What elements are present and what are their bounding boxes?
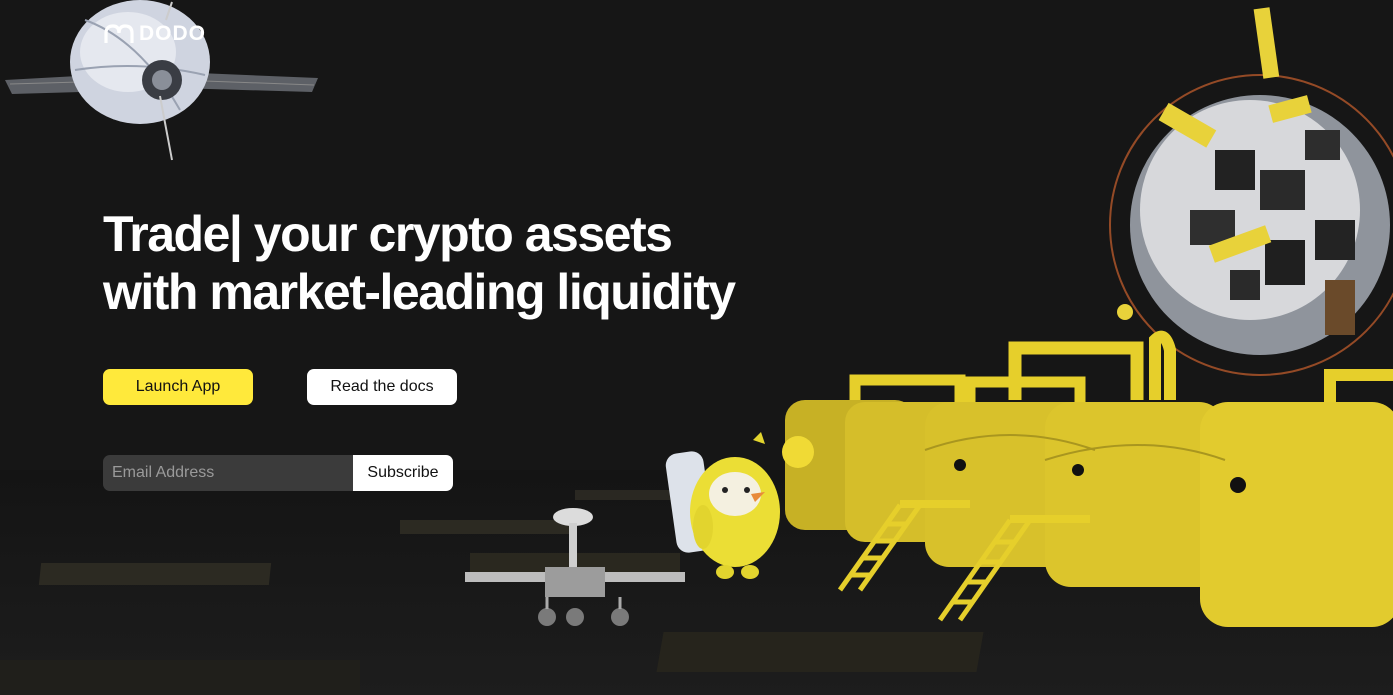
launch-app-button[interactable]: Launch App [103,369,253,405]
subscribe-button[interactable]: Subscribe [353,455,453,491]
hero-title-line-1: Trade| your crypto assets [103,206,673,262]
email-input[interactable] [103,455,353,491]
hero-title: Trade| your crypto assets with market-le… [103,205,736,321]
hero-scene [0,0,1393,695]
brand-logo[interactable]: DODO [103,22,206,46]
storage-tanks-illustration [782,330,1393,627]
newsletter-form: Subscribe [103,455,453,491]
mascot-bird-illustration [665,432,780,579]
solar-panel [656,632,984,672]
solar-panel [38,563,272,585]
solar-panel [0,660,360,695]
moon-rover-illustration [465,508,685,626]
dodo-logo-icon [104,24,134,43]
hero-title-line-2: with market-leading liquidity [103,264,736,320]
read-docs-button[interactable]: Read the docs [307,369,457,405]
brand-name: DODO [139,22,206,45]
